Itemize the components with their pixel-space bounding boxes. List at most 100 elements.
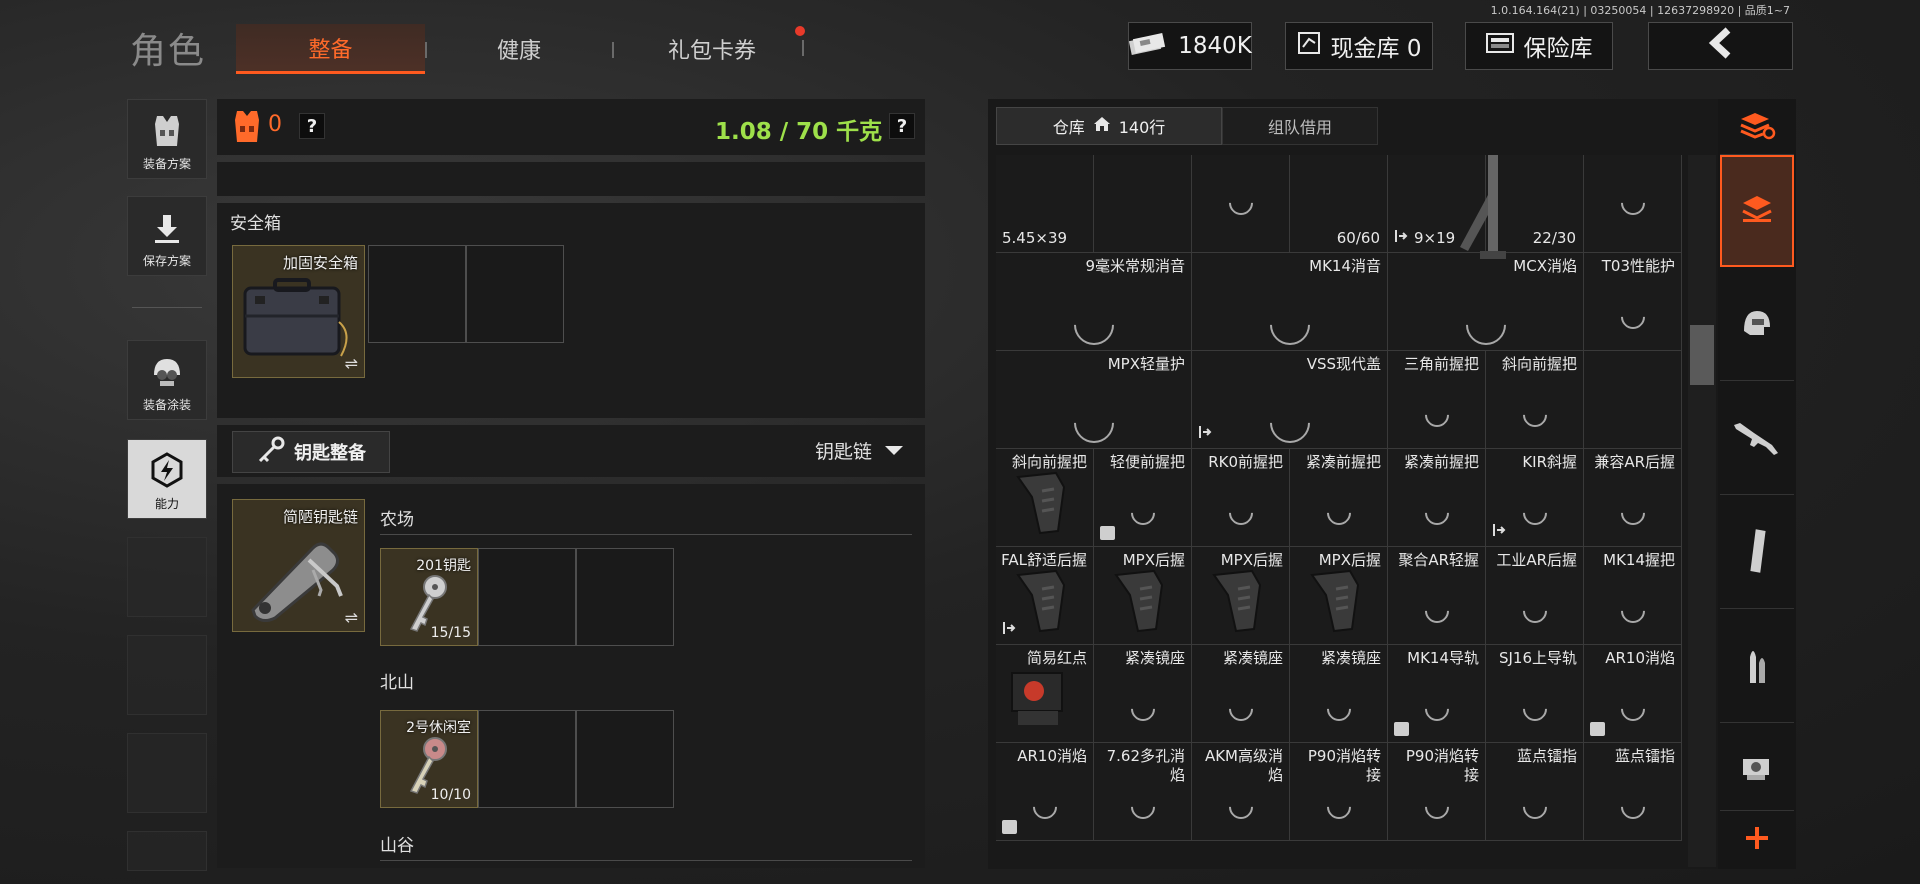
inventory-cell[interactable] [1584,155,1682,253]
inventory-cell[interactable]: 工业AR后握 [1486,547,1584,645]
safebox-slot[interactable] [368,245,466,343]
chevron-left-icon [1704,26,1738,66]
inventory-cell[interactable]: 简易红点 [996,645,1094,743]
save-plan-button[interactable]: 保存方案 [127,196,207,276]
key-slot[interactable] [576,710,674,808]
add-button[interactable] [1720,813,1794,867]
inventory-cell[interactable]: 60/60 [1290,155,1388,253]
inventory-cell[interactable]: 蓝点镭指 [1584,743,1682,841]
key-equip-button[interactable]: 钥匙整备 [232,431,390,473]
item-name: 聚合AR轻握 [1398,551,1479,569]
keychain-icon [243,530,351,626]
inventory-cell[interactable]: RK0前握把 [1192,449,1290,547]
category-all[interactable] [1720,155,1794,267]
inventory-cell[interactable]: MPX后握 [1192,547,1290,645]
inventory-cell[interactable]: SJ16上导轨 [1486,645,1584,743]
inventory-cell[interactable]: T03性能护 [1584,253,1682,351]
inventory-cell[interactable]: 5.45×39 [996,155,1094,253]
inventory-cell[interactable] [1192,155,1290,253]
equip-skin-button[interactable]: 装备涂装 [127,340,207,420]
inventory-cell[interactable]: 斜向前握把 [996,449,1094,547]
case-icon [241,274,353,366]
category-ammo[interactable] [1720,611,1794,723]
inventory-cell[interactable]: 斜向前握把 [1486,351,1584,449]
safe-vault-button[interactable]: 保险库 [1465,22,1613,70]
inventory-cell[interactable]: 紧凑镜座 [1094,645,1192,743]
inventory-cell[interactable]: MPX轻量护 [996,351,1192,449]
empty-slot [127,537,207,617]
help-button[interactable]: ? [889,113,915,139]
tab-health[interactable]: 健康 [430,24,608,74]
key-slot[interactable] [478,710,576,808]
scrollbar-thumb[interactable] [1690,325,1714,385]
key-item[interactable]: 201钥匙 15/15 [380,548,478,646]
safebox-slot[interactable] [466,245,564,343]
inventory-cell[interactable]: AKM高级消焰 [1192,743,1290,841]
swap-icon[interactable]: ⇌ [345,354,358,373]
inventory-cell[interactable]: MPX后握 [1094,547,1192,645]
inventory-cell[interactable]: 紧凑镜座 [1192,645,1290,743]
cash-vault-button[interactable]: 现金库 0 [1285,22,1433,70]
swap-icon[interactable]: ⇌ [345,608,358,627]
category-armor[interactable] [1720,269,1794,381]
key-item[interactable]: 2号休闲室 10/10 [380,710,478,808]
back-button[interactable] [1648,22,1793,70]
inventory-cell[interactable]: 9毫米常规消音 [996,253,1192,351]
inventory-cell[interactable]: MK14消音 [1192,253,1388,351]
inventory-cell[interactable]: 7.62多孔消焰 [1094,743,1192,841]
package-icon [1100,526,1115,540]
tab-label: 仓库 [1052,118,1085,137]
inventory-cell[interactable]: 紧凑前握把 [1290,449,1388,547]
safe-icon [1485,32,1514,60]
inventory-cell[interactable]: 紧凑镜座 [1290,645,1388,743]
tab-team-borrow[interactable]: 组队借用 [1222,107,1378,145]
keychain-dropdown[interactable]: 钥匙链 [815,437,904,464]
inventory-cell[interactable]: 三角前握把 [1388,351,1486,449]
inventory-cell[interactable]: MPX后握 [1290,547,1388,645]
loading-icon [1261,394,1319,448]
key-count: 15/15 [430,625,471,641]
safebox-item[interactable]: 加固安全箱 ⇌ [232,245,365,378]
item-count: 60/60 [1336,229,1380,247]
package-icon [1590,722,1605,736]
item-name: P90消焰转接 [1307,747,1381,784]
item-name: 蓝点镭指 [1516,747,1577,765]
category-weapons[interactable] [1720,383,1794,495]
inventory-cell[interactable]: 聚合AR轻握 [1388,547,1486,645]
inventory-cell[interactable]: 轻便前握把 [1094,449,1192,547]
inventory-cell[interactable]: MK14导轨 [1388,645,1486,743]
scrollbar-track[interactable] [1688,155,1716,867]
tab-equip[interactable]: 整备 [236,24,425,74]
inventory-cell[interactable]: P90消焰转接 [1290,743,1388,841]
keychain-item[interactable]: 简陋钥匙链 ⇌ [232,499,365,632]
key-slot[interactable] [576,548,674,646]
inventory-cell[interactable]: KIR斜握 [1486,449,1584,547]
inventory-cell[interactable]: FAL舒适后握 [996,547,1094,645]
inventory-cell[interactable]: 蓝点镭指 [1486,743,1584,841]
category-magazines[interactable] [1720,497,1794,609]
category-attachments[interactable] [1720,725,1794,811]
key-icon [256,435,286,470]
inventory-cell[interactable]: P90消焰转接 [1388,743,1486,841]
equip-plan-button[interactable]: 装备方案 [127,99,207,179]
tab-gift-vouchers[interactable]: 礼包卡券 [618,24,806,74]
key-slot[interactable] [478,548,576,646]
category-stack[interactable] [1720,99,1794,155]
tab-warehouse[interactable]: 仓库 140行 [996,107,1222,145]
inventory-cell[interactable] [1584,351,1682,449]
loading-icon [1616,496,1650,530]
item-name: 201钥匙 [416,558,471,574]
notification-dot [795,26,805,36]
ability-button[interactable]: 能力 [127,439,207,519]
empty-slot [127,635,207,715]
inventory-cell[interactable] [1094,155,1192,253]
item-name: 紧凑镜座 [1124,649,1185,667]
help-button[interactable]: ? [299,113,325,139]
inventory-cell[interactable]: AR10消焰 [996,743,1094,841]
inventory-cell[interactable]: AR10消焰 [1584,645,1682,743]
inventory-cell[interactable]: MK14握把 [1584,547,1682,645]
key-group-title: 北山 [380,673,414,693]
inventory-cell[interactable]: 紧凑前握把 [1388,449,1486,547]
inventory-cell[interactable]: 兼容AR后握 [1584,449,1682,547]
inventory-cell[interactable]: VSS现代盖 [1192,351,1388,449]
